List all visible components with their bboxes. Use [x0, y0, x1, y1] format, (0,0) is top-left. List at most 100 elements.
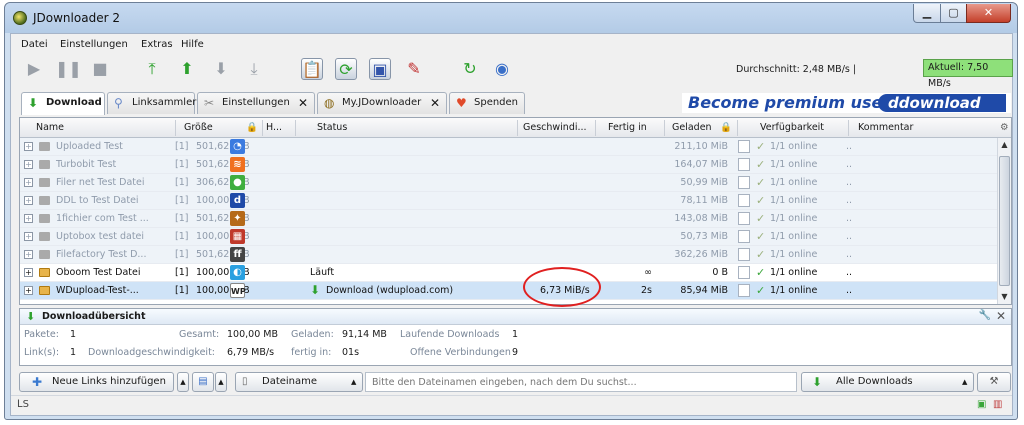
table-row[interactable]: + Oboom Test Datei [1] 100,00 MiB ◐ Läuft ∞ 0 B…: [20, 264, 998, 282]
premium-banner[interactable]: Become premium user ddownload: [682, 93, 1011, 113]
tab-linksammler[interactable]: ⚲ Linksammler: [107, 92, 196, 114]
eta-value: 2s: [641, 285, 652, 296]
expand-toggle-icon[interactable]: +: [24, 142, 33, 151]
table-row[interactable]: + Filefactory Test D... [1] 501,62 MiB ff 362…: [20, 246, 998, 264]
scroll-up-icon[interactable]: ▲: [998, 138, 1011, 152]
scroll-thumb[interactable]: [999, 156, 1010, 286]
minimize-button[interactable]: ▁: [913, 4, 941, 23]
comment-text: ..: [846, 267, 853, 278]
menu-datei[interactable]: Datei: [21, 39, 48, 50]
progress-box: [738, 158, 750, 171]
jdownloader-logo-icon: [13, 11, 27, 25]
availability-text: 1/1 online: [770, 195, 818, 206]
loaded-value: 211,10 MiB: [674, 141, 728, 152]
column-hoster[interactable]: H...: [266, 122, 282, 133]
column-eta[interactable]: Fertig in: [608, 122, 647, 133]
table-row[interactable]: + Uploaded Test [1] 501,62 MiB ◔ 211,10 MiB ✓ 1…: [20, 138, 998, 156]
scroll-down-icon[interactable]: ▼: [998, 290, 1011, 304]
availability-text: 1/1 online: [770, 285, 818, 296]
table-row[interactable]: + WDupload-Test-... [1] 100,00 MiB WP ⬇ Downlo…: [20, 282, 998, 300]
move-down-icon[interactable]: ⬇: [210, 58, 232, 80]
expand-toggle-icon[interactable]: +: [24, 268, 33, 277]
table-row[interactable]: + DDL to Test Datei [1] 100,00 MiB d 78,11 Mi…: [20, 192, 998, 210]
tab-einstellungen[interactable]: ✂ Einstellungen ✕: [197, 92, 315, 114]
loaded-value: 50,73 MiB: [680, 231, 728, 242]
column-availability[interactable]: Verfügbarkeit: [760, 122, 824, 133]
tray-update-icon[interactable]: ▣: [977, 399, 986, 410]
all-downloads-button[interactable]: ⬇ Alle Downloads ▲: [801, 372, 974, 392]
tab-label: Spenden: [474, 97, 519, 108]
lock-icon: 🔒: [246, 122, 258, 133]
column-settings-icon[interactable]: ⚙: [1000, 122, 1009, 133]
expand-toggle-icon[interactable]: +: [24, 178, 33, 187]
pause-downloads-icon[interactable]: ❚❚: [55, 58, 82, 80]
table-row[interactable]: + Turbobit Test [1] 501,62 MiB ≋ 164,07 MiB ✓ 1…: [20, 156, 998, 174]
auto-reconnect-icon[interactable]: ⟳: [335, 58, 357, 80]
table-scrollbar[interactable]: ▲ ▼: [997, 138, 1011, 304]
overview-title: Downloadübersicht: [42, 311, 146, 322]
stop-downloads-icon[interactable]: ■: [89, 58, 111, 80]
table-header: Name Größe 🔒 H... Status Geschwindi... F…: [20, 118, 1011, 138]
expand-toggle-icon[interactable]: +: [24, 250, 33, 259]
overview-settings-icon[interactable]: 🔧: [979, 310, 991, 321]
move-up-icon[interactable]: ⬆: [176, 58, 198, 80]
close-tab-icon[interactable]: ✕: [430, 93, 440, 113]
all-downloads-label: Alle Downloads: [836, 376, 913, 387]
menu-extras[interactable]: Extras: [141, 39, 173, 50]
premium-toggle-icon[interactable]: ▣: [369, 58, 391, 80]
close-tab-icon[interactable]: ✕: [298, 93, 308, 113]
title-bar[interactable]: JDownloader 2 ▁ ▢ ✕: [5, 3, 1017, 33]
column-size[interactable]: Größe: [184, 122, 213, 133]
menu-einstellungen[interactable]: Einstellungen: [60, 39, 128, 50]
search-field-selector[interactable]: ▯ Dateiname ▲: [235, 372, 363, 392]
column-comment[interactable]: Kommentar: [858, 122, 913, 133]
table-tools-icon[interactable]: ⚒: [977, 372, 1011, 392]
maximize-button[interactable]: ▢: [940, 4, 967, 23]
table-row[interactable]: +1fichier com Test ... [1] 501,62 MiB ✦ 143,…: [20, 210, 998, 228]
expand-toggle-icon[interactable]: +: [24, 286, 33, 295]
dlspeed-label: Downloadgeschwindigkeit:: [88, 347, 215, 358]
table-row[interactable]: + Filer net Test Datei [1] 306,62 MiB ● 50,99…: [20, 174, 998, 192]
package-name: Oboom Test Datei: [56, 267, 141, 278]
availability-text: 1/1 online: [770, 141, 818, 152]
document-icon: ▯: [242, 376, 248, 387]
expand-toggle-icon[interactable]: +: [24, 196, 33, 205]
search-input[interactable]: [365, 372, 797, 392]
column-speed[interactable]: Geschwindi...: [523, 122, 587, 133]
add-links-button[interactable]: ✚ Neue Links hinzufügen: [19, 372, 174, 392]
availability-text: 1/1 online: [770, 249, 818, 260]
close-window-button[interactable]: ✕: [966, 4, 1011, 23]
move-to-bottom-icon[interactable]: ⤓: [243, 58, 265, 80]
download-table[interactable]: Name Größe 🔒 H... Status Geschwindi... F…: [19, 117, 1012, 305]
availability-text: 1/1 online: [770, 159, 818, 170]
reconnect-icon[interactable]: ↻: [459, 58, 481, 80]
view-dropdown[interactable]: ▲: [215, 372, 227, 392]
hoster-icon: ◐: [230, 265, 245, 280]
menu-hilfe[interactable]: Hilfe: [181, 39, 204, 50]
column-status[interactable]: Status: [317, 122, 347, 133]
loaded-value: 50,99 MiB: [680, 177, 728, 188]
hoster-icon: d: [230, 193, 245, 208]
update-icon[interactable]: ◉: [491, 58, 513, 80]
expand-toggle-icon[interactable]: +: [24, 232, 33, 241]
chevron-up-icon: ▲: [351, 378, 357, 386]
tray-extension-icon[interactable]: ▥: [993, 399, 1002, 410]
expand-toggle-icon[interactable]: +: [24, 160, 33, 169]
move-to-top-icon[interactable]: ⤒: [141, 58, 163, 80]
clipboard-observer-icon[interactable]: 📋: [301, 58, 323, 80]
availability-text: 1/1 online: [770, 213, 818, 224]
overview-close-icon[interactable]: ✕: [996, 309, 1006, 323]
tab-myjdownloader[interactable]: ◍ My.JDownloader ✕: [317, 92, 447, 114]
column-loaded[interactable]: Geladen: [672, 122, 712, 133]
running-value: 1: [512, 329, 519, 340]
silent-mode-icon[interactable]: ✎: [403, 58, 425, 80]
tab-spenden[interactable]: ♥ Spenden: [449, 92, 525, 114]
expand-toggle-icon[interactable]: +: [24, 214, 33, 223]
table-row[interactable]: + Uptobox test datei [1] 100,00 MiB ▦ 50,73 M…: [20, 228, 998, 246]
column-name[interactable]: Name: [36, 122, 64, 133]
dlspeed-value: 6,79 MB/s: [227, 347, 275, 358]
add-links-dropdown[interactable]: ▲: [177, 372, 189, 392]
calendar-icon[interactable]: ▤: [192, 372, 214, 392]
start-downloads-icon[interactable]: ▶: [23, 58, 45, 80]
tab-download[interactable]: ⬇ Download: [21, 92, 105, 115]
